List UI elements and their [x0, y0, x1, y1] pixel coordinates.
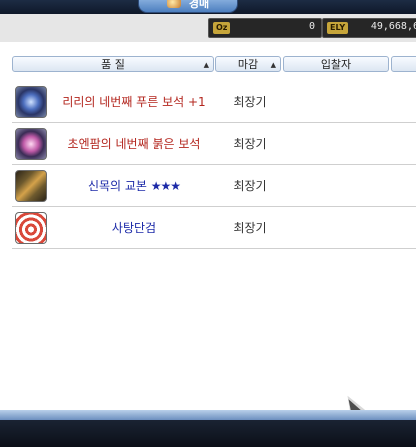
- sort-up-icon: ▲: [203, 61, 209, 69]
- header-bidder[interactable]: 입찰자: [283, 56, 389, 72]
- header-quality-label: 품 질: [101, 58, 125, 71]
- table-row[interactable]: 신목의 교본 ★★★ 최장기: [12, 164, 416, 207]
- red-gem-icon: [15, 128, 47, 160]
- ely-value: 49,668,6: [370, 21, 416, 32]
- textbook-icon: [15, 170, 47, 202]
- item-deadline: 최장기: [233, 221, 267, 235]
- ely-balance: ELY 49,668,6: [322, 18, 416, 38]
- table-row[interactable]: 사탕단검 최장기: [12, 206, 416, 249]
- header-quality[interactable]: 품 질 ▲: [12, 56, 214, 72]
- header-deadline[interactable]: 마감 ▲: [215, 56, 281, 72]
- auction-coin-icon: [166, 0, 181, 8]
- currency-bar: Oz 0 ELY 49,668,6: [0, 14, 416, 42]
- item-name: 신목의 교본 ★★★: [87, 179, 181, 193]
- window-bottom-border: [0, 410, 416, 420]
- oz-balance: Oz 0: [208, 18, 322, 38]
- header-bidder-label: 입찰자: [320, 58, 352, 71]
- ely-badge: ELY: [327, 22, 349, 34]
- oz-value: 0: [308, 21, 315, 32]
- window-title: 경매: [188, 0, 210, 10]
- item-deadline: 최장기: [233, 179, 267, 193]
- window-bottom-bar: [0, 420, 416, 447]
- star-rating: ★★★: [150, 179, 181, 193]
- oz-badge: Oz: [213, 22, 231, 34]
- header-deadline-label: 마감: [237, 58, 259, 71]
- table-row[interactable]: 초엔팜의 네번째 붉은 보석 최장기: [12, 122, 416, 165]
- window-title-bar: 경매: [0, 0, 416, 14]
- auction-list-panel: 품 질 ▲ 마감 ▲ 입찰자 리리의 네번째 푸른 보석 +1 최장기 초엔팜의…: [0, 42, 416, 443]
- header-extra[interactable]: [391, 56, 416, 72]
- item-deadline: 최장기: [233, 137, 267, 151]
- item-name: 리리의 네번째 푸른 보석 +1: [62, 95, 206, 109]
- window-title-tab: 경매: [138, 0, 238, 13]
- blue-gem-icon: [15, 86, 47, 118]
- item-name: 초엔팜의 네번째 붉은 보석: [67, 137, 201, 151]
- item-name: 사탕단검: [111, 221, 157, 235]
- candy-dagger-icon: [15, 212, 47, 244]
- sort-up-icon: ▲: [270, 61, 276, 69]
- table-row[interactable]: 리리의 네번째 푸른 보석 +1 최장기: [12, 80, 416, 123]
- item-deadline: 최장기: [233, 95, 267, 109]
